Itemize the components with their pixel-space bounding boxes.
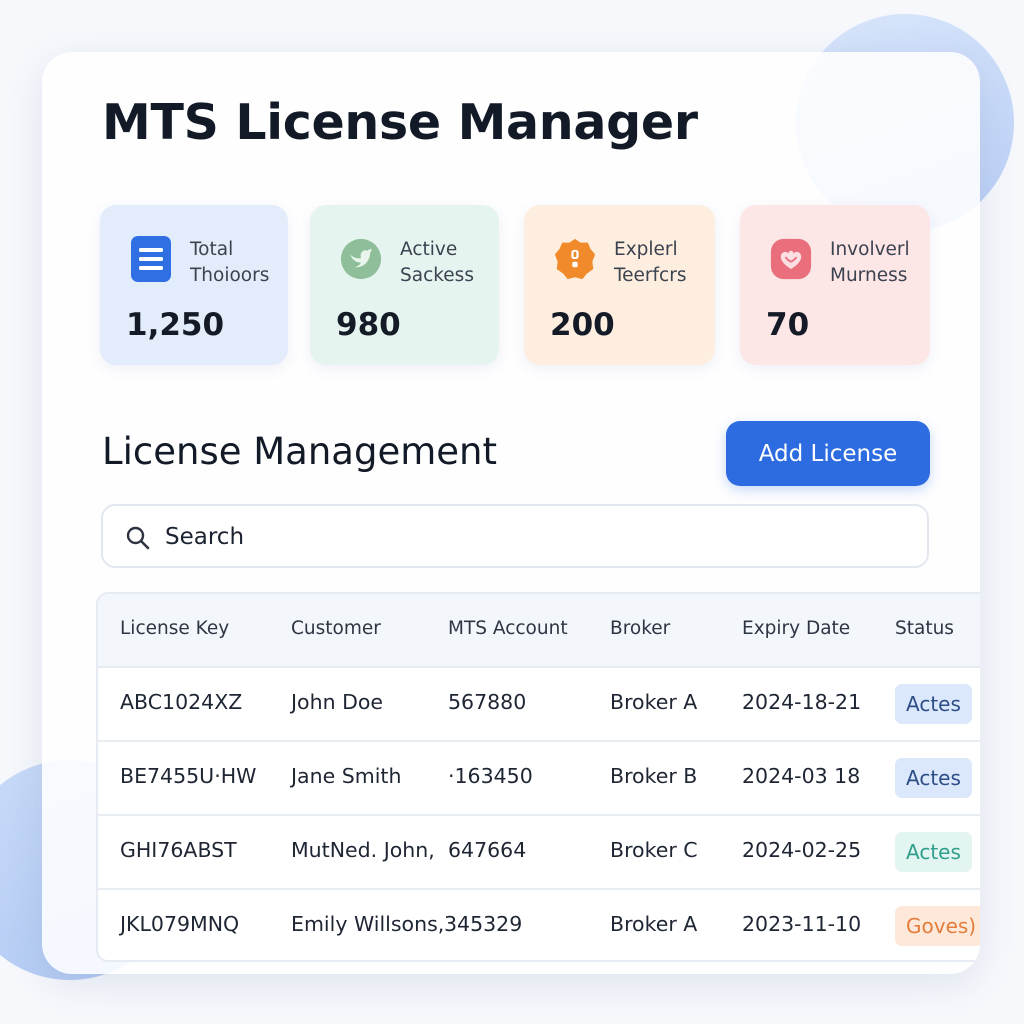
main-panel: MTS License Manager Total Thoioors 1,250 xyxy=(42,52,980,974)
stat-label-line1: Involverl xyxy=(830,239,910,260)
status-badge: Actes xyxy=(895,684,972,724)
table-row[interactable]: GHI76ABST MutNed. John, 647664 Broker C … xyxy=(98,814,980,890)
stat-label-line2: Murness xyxy=(830,265,908,286)
license-key-cell: ABC1024XZ xyxy=(120,690,243,714)
stat-label: Involverl Murness xyxy=(830,237,910,289)
customer-cell: Emily Willsons, xyxy=(291,912,445,936)
column-header-broker[interactable]: Broker xyxy=(610,618,670,639)
mts-account-cell: 567880 xyxy=(448,690,527,714)
stat-label-line1: Explerl xyxy=(614,239,678,260)
stat-card-total[interactable]: Total Thoioors 1,250 xyxy=(100,205,288,365)
expiry-date-cell: 2024-18-21 xyxy=(742,690,862,714)
broker-cell: Broker C xyxy=(610,838,698,862)
document-list-icon xyxy=(130,235,172,283)
column-header-customer[interactable]: Customer xyxy=(291,618,381,639)
stat-label: Explerl Teerfcrs xyxy=(614,237,686,289)
app-stage: MTS License Manager Total Thoioors 1,250 xyxy=(0,0,1024,1024)
status-badge: Actes xyxy=(895,832,972,872)
customer-cell: MutNed. John, xyxy=(291,838,435,862)
stat-label-line1: Total xyxy=(190,239,234,260)
table-row[interactable]: JKL079MNQ Emily Willsons, 345329 Broker … xyxy=(98,888,980,960)
stat-value: 70 xyxy=(766,307,810,343)
stat-card-active[interactable]: Active Sackess 980 xyxy=(310,205,499,365)
broker-cell: Broker A xyxy=(610,912,698,936)
stat-label-line1: Active xyxy=(400,239,458,260)
section-title: License Management xyxy=(102,430,497,473)
expiry-date-cell: 2023-11-10 xyxy=(742,912,862,936)
customer-cell: Jane Smith xyxy=(291,764,402,788)
mts-account-cell: 345329 xyxy=(444,912,523,936)
stat-value: 200 xyxy=(550,307,615,343)
bird-icon xyxy=(340,235,382,283)
mts-account-cell: ·163450 xyxy=(448,764,533,788)
search-box[interactable] xyxy=(101,504,929,568)
column-header-status[interactable]: Status xyxy=(895,618,954,639)
license-key-cell: JKL079MNQ xyxy=(120,912,240,936)
stat-label-line2: Teerfcrs xyxy=(614,265,687,286)
column-header-expiry-date[interactable]: Expiry Date xyxy=(742,618,850,639)
stat-card-involved[interactable]: Involverl Murness 70 xyxy=(740,205,930,365)
license-table: License Key Customer MTS Account Broker … xyxy=(96,592,980,962)
table-header: License Key Customer MTS Account Broker … xyxy=(98,594,980,668)
column-header-license-key[interactable]: License Key xyxy=(120,618,229,639)
license-key-cell: BE7455U·HW xyxy=(120,764,257,788)
stat-label-line2: Sackess xyxy=(400,265,474,286)
stat-card-expiring[interactable]: Explerl Teerfcrs 200 xyxy=(524,205,715,365)
table-row[interactable]: ABC1024XZ John Doe 567880 Broker A 2024-… xyxy=(98,666,980,742)
mts-account-cell: 647664 xyxy=(448,838,527,862)
search-input[interactable] xyxy=(163,516,907,558)
license-key-cell: GHI76ABST xyxy=(120,838,237,862)
table-row[interactable]: BE7455U·HW Jane Smith ·163450 Broker B 2… xyxy=(98,740,980,816)
page-title: MTS License Manager xyxy=(102,94,698,151)
status-badge: Actes xyxy=(895,758,972,798)
broker-cell: Broker B xyxy=(610,764,698,788)
customer-cell: John Doe xyxy=(291,690,384,714)
expiry-date-cell: 2024-02-25 xyxy=(742,838,862,862)
add-license-button[interactable]: Add License xyxy=(726,421,930,486)
alert-badge-icon xyxy=(554,235,596,283)
search-icon xyxy=(126,526,150,550)
heart-flower-icon xyxy=(770,235,812,283)
stat-label: Total Thoioors xyxy=(190,237,269,289)
stat-label-line2: Thoioors xyxy=(190,265,270,286)
expiry-date-cell: 2024-03 18 xyxy=(742,764,861,788)
column-header-mts-account[interactable]: MTS Account xyxy=(448,618,568,639)
status-badge: Goves) xyxy=(895,906,980,946)
stat-value: 1,250 xyxy=(126,307,225,343)
broker-cell: Broker A xyxy=(610,690,698,714)
stat-label: Active Sackess xyxy=(400,237,474,289)
stat-value: 980 xyxy=(336,307,401,343)
